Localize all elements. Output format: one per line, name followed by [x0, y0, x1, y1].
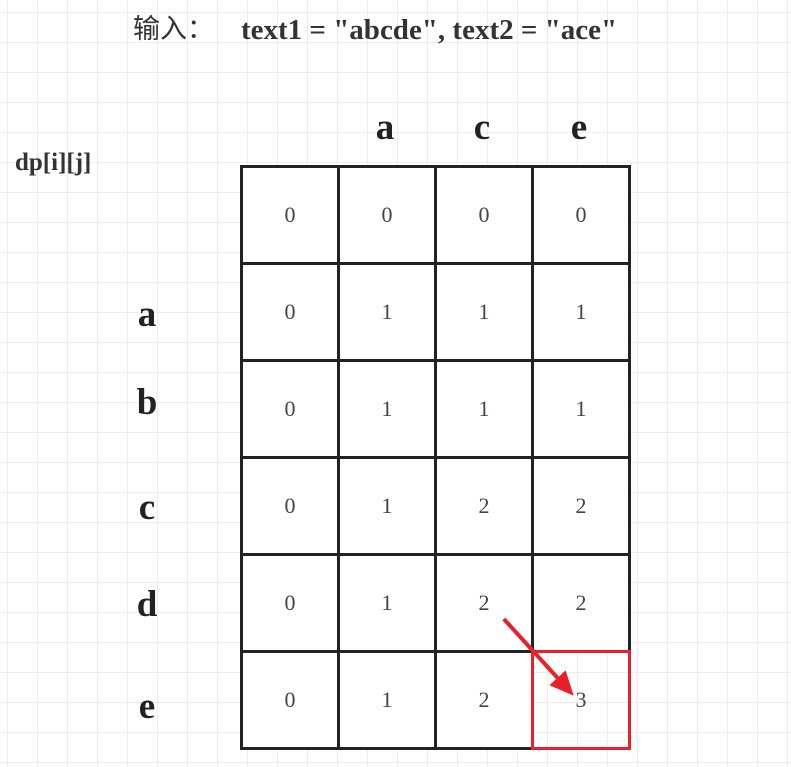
row-header-3: c	[138, 487, 156, 528]
row-header-1: a	[137, 294, 157, 335]
cell-value: 1	[478, 299, 490, 324]
grid-cell: 1	[531, 262, 631, 362]
cell-value: 0	[284, 590, 296, 615]
cell-value: 1	[381, 590, 393, 615]
title-formula: text1 = "abcde", text2 = "ace"	[241, 14, 618, 46]
grid-cell: 1	[434, 359, 534, 459]
cell-value: 3	[575, 687, 587, 712]
cell-value: 2	[478, 493, 490, 518]
cell-value: 0	[284, 687, 296, 712]
cell-value: 0	[575, 202, 587, 227]
row-header-5: e	[138, 686, 156, 727]
grid-cell: 0	[240, 456, 340, 556]
grid-cell: 0	[240, 553, 340, 653]
result-cell: 3	[531, 650, 631, 750]
cell-value: 0	[381, 202, 393, 227]
cell-value: 0	[284, 396, 296, 421]
grid-cell: 0	[240, 359, 340, 459]
grid-cell: 1	[531, 359, 631, 459]
grid-cell: 1	[337, 650, 437, 750]
grid-cell: 2	[434, 553, 534, 653]
grid-cell: 1	[337, 553, 437, 653]
cell-value: 1	[575, 299, 587, 324]
dp-table-label: dp[i][j]	[15, 149, 92, 176]
cell-value: 2	[575, 590, 587, 615]
cell-value: 1	[478, 396, 490, 421]
cell-value: 0	[284, 493, 296, 518]
grid-cell: 1	[337, 262, 437, 362]
grid-cell: 2	[434, 456, 534, 556]
grid-cell: 0	[240, 262, 340, 362]
column-header-2: c	[473, 107, 491, 148]
column-header-1: a	[375, 107, 395, 148]
grid-cell: 0	[337, 165, 437, 265]
grid-cell: 0	[434, 165, 534, 265]
grid-cell: 2	[434, 650, 534, 750]
cell-value: 1	[575, 396, 587, 421]
cell-value: 0	[284, 202, 296, 227]
cell-value: 1	[381, 493, 393, 518]
column-header-3: e	[570, 107, 588, 148]
grid-cell: 2	[531, 456, 631, 556]
grid-cell: 0	[531, 165, 631, 265]
cell-value: 0	[478, 202, 490, 227]
row-header-4: d	[136, 584, 158, 625]
grid-cell: 0	[240, 650, 340, 750]
row-header-2: b	[136, 382, 158, 423]
cell-value: 2	[478, 687, 490, 712]
cell-value: 1	[381, 687, 393, 712]
grid-cell: 1	[337, 359, 437, 459]
cell-value: 1	[381, 299, 393, 324]
cell-value: 2	[478, 590, 490, 615]
cell-value: 0	[284, 299, 296, 324]
cell-value: 1	[381, 396, 393, 421]
grid-cell: 1	[337, 456, 437, 556]
cell-value: 2	[575, 493, 587, 518]
grid-cell: 0	[240, 165, 340, 265]
grid-cell: 2	[531, 553, 631, 653]
grid-cell: 1	[434, 262, 534, 362]
title-prefix: 输入：	[133, 14, 214, 45]
